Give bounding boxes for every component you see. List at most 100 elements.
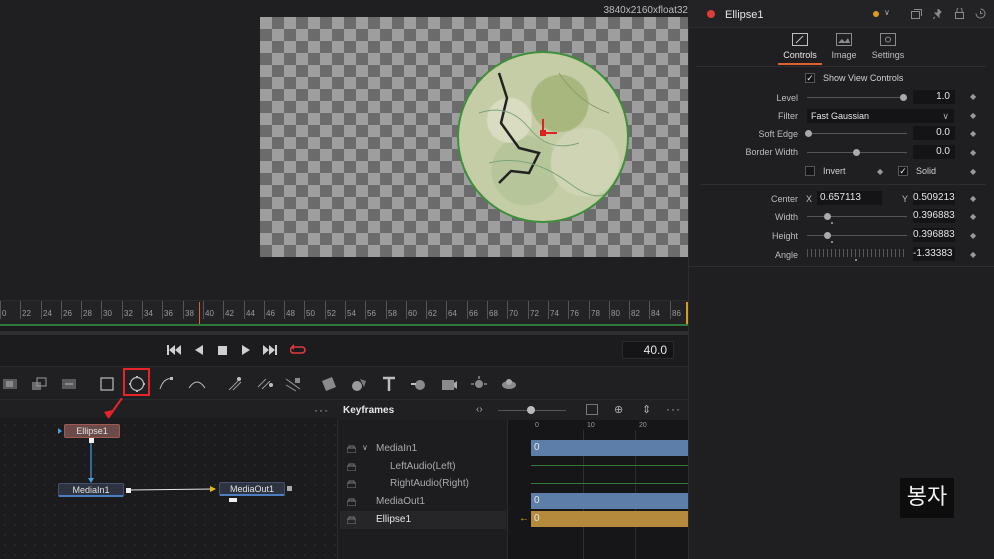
zoom-fit-icon[interactable] bbox=[586, 404, 598, 415]
ellipse1-bar[interactable]: 0 bbox=[531, 511, 688, 527]
center-y-value[interactable]: 0.509213 bbox=[913, 191, 955, 205]
level-slider[interactable] bbox=[807, 97, 907, 98]
border-width-slider-knob[interactable] bbox=[853, 149, 860, 156]
chevron-down-icon[interactable]: ∨ bbox=[884, 8, 890, 17]
renderer-3d-icon[interactable] bbox=[498, 373, 520, 395]
light-3d-icon[interactable] bbox=[468, 373, 490, 395]
shape-3d-icon[interactable] bbox=[348, 373, 370, 395]
current-frame-field[interactable]: 40.0 bbox=[622, 341, 674, 359]
track-left-audio[interactable]: LeftAudio(Left) bbox=[390, 461, 456, 472]
pin-icon[interactable] bbox=[933, 9, 943, 19]
tab-controls[interactable]: Controls bbox=[775, 32, 825, 66]
transform-tool-icon[interactable] bbox=[58, 373, 80, 395]
keyframe-options-icon[interactable]: ··· bbox=[666, 402, 681, 416]
invert-checkbox[interactable] bbox=[805, 166, 815, 176]
mediaout-output-port[interactable] bbox=[287, 486, 292, 491]
particle-tool-icon[interactable] bbox=[282, 373, 304, 395]
soft-edge-value[interactable]: 0.0 bbox=[913, 126, 955, 140]
merge-3d-icon[interactable] bbox=[408, 373, 430, 395]
timeline-ruler[interactable]: 0 22 24 26 28 30 32 34 36 38 40 42 44 46 48 50 52 54 56 58 6… bbox=[0, 300, 688, 326]
expand-chevron-icon[interactable]: ∨ bbox=[362, 443, 368, 452]
polygon-mask-icon[interactable] bbox=[156, 373, 178, 395]
ruler-tick-label: 48 bbox=[286, 309, 295, 318]
filter-keyframe-icon[interactable]: ◆ bbox=[970, 111, 976, 120]
angle-keyframe-icon[interactable]: ◆ bbox=[970, 250, 976, 259]
ruler-tick bbox=[629, 301, 630, 319]
soft-edge-slider[interactable] bbox=[807, 133, 907, 134]
width-slider-knob[interactable] bbox=[824, 213, 831, 220]
track-mediain1[interactable]: MediaIn1 bbox=[376, 443, 417, 454]
angle-value[interactable]: -1.33383 bbox=[913, 247, 955, 261]
show-view-controls-checkbox[interactable]: ✓ bbox=[805, 73, 815, 83]
node-mediain1[interactable]: MediaIn1 bbox=[58, 483, 124, 497]
node-mediaout1[interactable]: MediaOut1 bbox=[219, 482, 285, 496]
ellipse-output-port[interactable] bbox=[89, 438, 94, 443]
bspline-mask-icon[interactable] bbox=[186, 373, 208, 395]
height-keyframe-icon[interactable]: ◆ bbox=[970, 231, 976, 240]
camera-3d-icon[interactable] bbox=[438, 373, 460, 395]
lock-icon[interactable] bbox=[347, 463, 356, 471]
border-width-value[interactable]: 0.0 bbox=[913, 145, 955, 159]
ellipse-masked-image[interactable] bbox=[457, 51, 629, 223]
background-tool-icon[interactable] bbox=[0, 373, 22, 395]
ruler-tick-label: 82 bbox=[631, 309, 640, 318]
play-reverse-button[interactable] bbox=[193, 342, 205, 358]
track-right-audio[interactable]: RightAudio(Right) bbox=[390, 478, 469, 489]
level-keyframe-icon[interactable]: ◆ bbox=[970, 92, 976, 101]
center-x-value[interactable]: 0.657113 bbox=[817, 191, 882, 205]
height-slider-knob[interactable] bbox=[824, 232, 831, 239]
soft-edge-keyframe-icon[interactable]: ◆ bbox=[970, 129, 976, 138]
fit-range-icon[interactable]: ‹› bbox=[476, 404, 483, 415]
mediain-output-port[interactable] bbox=[126, 488, 131, 493]
tab-settings[interactable]: Settings bbox=[863, 32, 913, 66]
playhead[interactable] bbox=[199, 302, 200, 324]
soft-edge-slider-knob[interactable] bbox=[805, 130, 812, 137]
invert-keyframe-icon[interactable]: ◆ bbox=[877, 167, 883, 176]
go-to-end-button[interactable] bbox=[262, 342, 278, 358]
tab-image[interactable]: Image bbox=[819, 32, 869, 66]
go-to-start-button[interactable] bbox=[166, 342, 182, 358]
particle-emitter-icon[interactable] bbox=[224, 373, 246, 395]
border-width-keyframe-icon[interactable]: ◆ bbox=[970, 148, 976, 157]
mediaout1-bar[interactable]: 0 bbox=[531, 493, 688, 509]
track-ellipse1-row[interactable] bbox=[340, 511, 506, 529]
solid-checkbox[interactable]: ✓ bbox=[898, 166, 908, 176]
stop-button[interactable] bbox=[216, 342, 228, 358]
merge-tool-icon[interactable] bbox=[28, 373, 50, 395]
height-slider[interactable] bbox=[807, 235, 907, 236]
image-plane-3d-icon[interactable] bbox=[318, 373, 340, 395]
height-value[interactable]: 0.396883 bbox=[913, 228, 955, 242]
particle-render-icon[interactable] bbox=[254, 373, 276, 395]
center-keyframe-icon[interactable]: ◆ bbox=[970, 194, 976, 203]
lock-icon[interactable] bbox=[347, 480, 356, 488]
lock-icon[interactable] bbox=[347, 445, 356, 453]
width-value[interactable]: 0.396883 bbox=[913, 209, 955, 223]
lock-icon[interactable] bbox=[955, 8, 964, 19]
track-ellipse1[interactable]: Ellipse1 bbox=[376, 514, 411, 525]
width-keyframe-icon[interactable]: ◆ bbox=[970, 212, 976, 221]
level-slider-knob[interactable] bbox=[900, 94, 907, 101]
ruler-tick-label: 24 bbox=[43, 309, 52, 318]
keyframe-zoom-knob[interactable] bbox=[527, 406, 535, 414]
node-ellipse1[interactable]: Ellipse1 bbox=[64, 424, 120, 438]
angle-thumbwheel[interactable] bbox=[807, 249, 907, 257]
vertical-fit-icon[interactable]: ⇕ bbox=[642, 403, 651, 416]
versions-icon[interactable] bbox=[911, 9, 922, 19]
version-dot[interactable] bbox=[873, 11, 879, 17]
mediain1-bar[interactable]: 0 bbox=[531, 440, 688, 456]
text-3d-icon[interactable] bbox=[378, 373, 400, 395]
zoom-icon[interactable]: ⊕ bbox=[614, 403, 623, 416]
solid-keyframe-icon[interactable]: ◆ bbox=[970, 167, 976, 176]
level-value[interactable]: 1.0 bbox=[913, 90, 955, 104]
lock-icon[interactable] bbox=[347, 498, 356, 506]
rectangle-mask-icon[interactable] bbox=[96, 373, 118, 395]
timeline-scrollbar[interactable] bbox=[0, 331, 688, 335]
track-mediaout1[interactable]: MediaOut1 bbox=[376, 496, 425, 507]
play-button[interactable] bbox=[240, 342, 252, 358]
width-slider[interactable] bbox=[807, 216, 907, 217]
ruler-tick-label: 34 bbox=[144, 309, 153, 318]
filter-dropdown[interactable]: Fast Gaussian ∨ bbox=[807, 109, 954, 123]
loop-icon[interactable] bbox=[289, 342, 307, 358]
lock-icon[interactable] bbox=[347, 516, 356, 524]
reset-icon[interactable] bbox=[975, 8, 986, 19]
